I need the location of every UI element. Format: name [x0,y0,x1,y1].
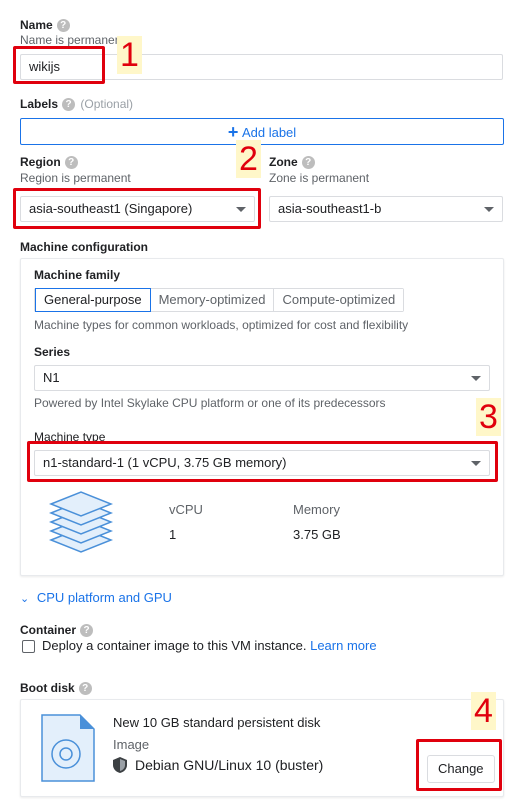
zone-heading: Zone? [269,155,315,170]
highlight-box-4 [416,739,502,791]
zone-select[interactable]: asia-southeast1-b [269,196,503,222]
boot-disk-label: Boot disk [20,681,75,695]
series-select-value: N1 [43,370,60,385]
help-icon[interactable]: ? [80,624,94,638]
machine-family-label: Machine family [34,268,121,282]
callout-1: 1 [117,36,142,74]
cpu-platform-toggle[interactable]: ⌄ CPU platform and GPU [20,590,172,605]
container-label: Container [20,623,77,637]
boot-disk-image-value: Debian GNU/Linux 10 (buster) [135,757,324,773]
labels-optional: (Optional) [80,97,134,111]
name-hint: Name is permanent [20,33,125,47]
help-icon[interactable]: ? [301,156,315,170]
tab-memory-optimized[interactable]: Memory-optimized [150,289,275,311]
series-select[interactable]: N1 [34,365,490,391]
callout-2: 2 [236,140,261,178]
help-icon[interactable]: ? [62,98,76,112]
labels-heading: Labels? (Optional) [20,97,134,112]
chevron-double-down-icon: ⌄ [20,593,30,605]
name-heading: Name? [20,18,70,33]
zone-label: Zone [269,155,298,169]
help-icon[interactable]: ? [78,682,92,696]
labels-label: Labels [20,97,59,111]
name-label: Name [20,18,53,32]
region-heading: Region? [20,155,78,170]
region-hint: Region is permanent [20,171,131,185]
caret-down-icon [471,375,481,381]
vcpu-value: 1 [169,527,177,542]
callout-4: 4 [471,692,496,730]
container-checkbox-row: Deploy a container image to this VM inst… [42,638,377,653]
boot-disk-image-label: Image [113,737,150,752]
boot-disk-heading: Boot disk? [20,681,92,696]
container-checkbox[interactable] [22,640,35,653]
highlight-box-2 [13,188,261,229]
caret-down-icon [484,206,494,212]
add-label-text: Add label [241,125,297,141]
memory-value: 3.75 GB [293,527,341,542]
highlight-box-3 [27,441,498,482]
tab-compute-optimized[interactable]: Compute-optimized [274,289,404,311]
help-icon[interactable]: ? [64,156,78,170]
machine-family-hint: Machine types for common workloads, opti… [34,318,409,332]
machine-layers-icon [46,488,116,558]
series-label: Series [34,345,71,359]
boot-disk-title: New 10 GB standard persistent disk [113,715,321,730]
tab-general-purpose[interactable]: General-purpose [35,288,151,312]
learn-more-link[interactable]: Learn more [310,638,376,653]
help-icon[interactable]: ? [56,19,70,33]
series-hint: Powered by Intel Skylake CPU platform or… [34,396,386,410]
container-heading: Container? [20,623,94,638]
disk-file-icon [40,713,96,783]
shield-icon [113,757,127,773]
cpu-platform-label: CPU platform and GPU [36,590,172,605]
machine-family-tabs: General-purpose Memory-optimized Compute… [34,288,405,312]
memory-header: Memory [293,502,340,517]
add-label-button[interactable]: + Add label [20,118,504,145]
container-checkbox-text: Deploy a container image to this VM inst… [42,638,307,653]
callout-3: 3 [476,398,501,436]
zone-hint: Zone is permanent [269,171,370,185]
machine-config-heading: Machine configuration [20,240,149,254]
zone-select-value: asia-southeast1-b [278,201,382,216]
boot-disk-image-row: Debian GNU/Linux 10 (buster) [113,757,323,773]
highlight-box-1 [13,46,105,84]
region-label: Region [20,155,61,169]
vcpu-header: vCPU [169,502,203,517]
